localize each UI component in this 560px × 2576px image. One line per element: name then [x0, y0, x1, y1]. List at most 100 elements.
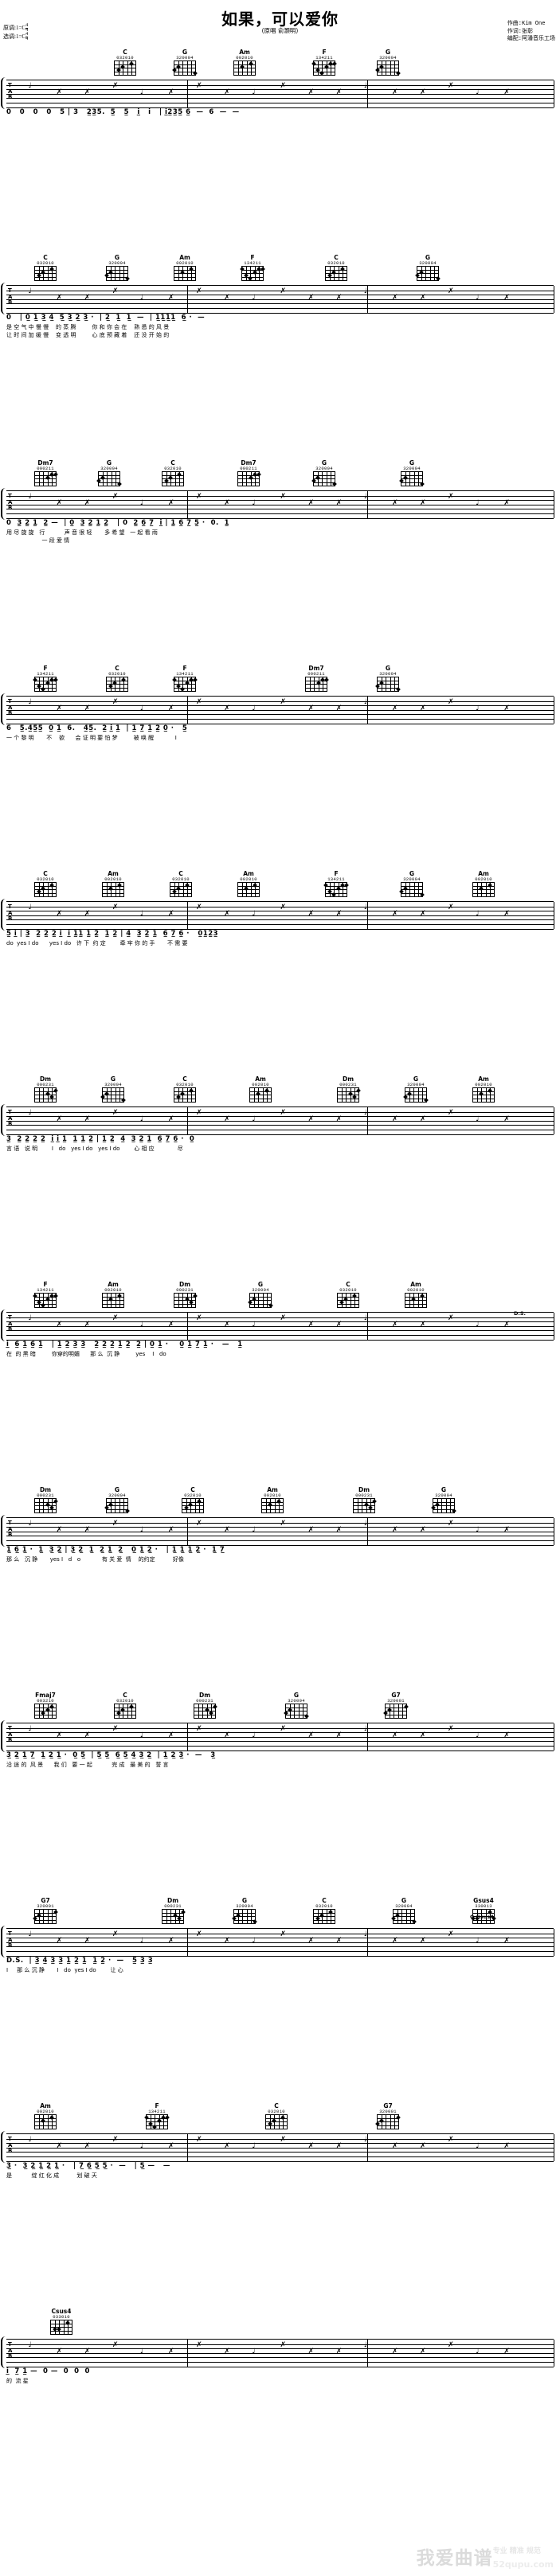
numbered-notation: i̲ 7̲ 1̲ — 0 — 0 0 0 [6, 2367, 90, 2375]
tab-staff: T A B ♩ ✗ ✗ ✗ ♩ ✗ ✗ ✗ ♩ ✗ ✗ ✗ ♩ ✗ ✗ ✗ ♩ ✗ 0 3̲ 2̲ 1̲ 2̲ — | 0… [0, 487, 560, 544]
chord-diagram: C 032010 [112, 1692, 139, 1719]
chord-diagram: G 320004 [311, 460, 338, 487]
chord-diagram: Dm 000231 [32, 1076, 59, 1103]
strum-mark: ♩ [363, 904, 368, 911]
chord-diagram: G7 320001 [374, 2103, 401, 2129]
chord-row: Dm7 000211 G 320004 C 032010 Dm7 000211 G 320004 G… [0, 460, 560, 487]
chord-row: G7 320001 Dm 000231 G 320004 C 032010 G 320004 Gsu… [0, 1898, 560, 1925]
chord-diagram: G 320004 [390, 1898, 417, 1925]
strum-mark: ✗ [448, 1520, 454, 1528]
lyrics-line-1 [6, 118, 554, 127]
strum-mark: ✗ [84, 2348, 91, 2355]
strum-mark: ♩ [28, 904, 32, 911]
chord-dot [344, 882, 349, 888]
strum-mark: ✗ [335, 2142, 343, 2150]
tab-clef: TAB [8, 1520, 12, 1539]
strum-mark: ✗ [420, 910, 426, 918]
strum-mark: ✗ [84, 294, 91, 302]
strum-mark: ✗ [448, 287, 454, 295]
strum-mark: ✗ [56, 1731, 63, 1739]
strum-mark: ✗ [280, 287, 287, 295]
system-9: Fmaj7 003210 C 032010 Dm 000231 G 320004 G7 32000… [0, 1692, 560, 1898]
chord-diagram: Am 002010 [470, 871, 497, 897]
chord-row: F 134211 C 032010 F 134211 Dm7 000211 G 320004 [0, 665, 560, 693]
tab-clef-b: B [8, 710, 13, 716]
strum-mark: ✗ [224, 1731, 230, 1739]
chord-diagram: Dm7 000211 [303, 665, 330, 692]
chord-dot [193, 71, 198, 76]
music-systems: C 032010 G 320004 Am 002010 F 134211 G 320004 T A B ♩… [0, 49, 560, 2514]
lyrics-line-1: 那 么 沉 静 yes I d o 有 关 爱 情 的约定 好像 [6, 1556, 184, 1563]
strum-mark: ✗ [280, 904, 287, 911]
chord-diagram: Am 002010 [247, 1076, 274, 1103]
chord-diagram: G7 320001 [32, 1898, 59, 1924]
chord-diagram: Am 002010 [100, 1282, 127, 1308]
chord-dot [420, 892, 425, 898]
strum-mark: ✗ [448, 2136, 454, 2144]
tab-staff: T A B ♩ ✗ ✗ ✗ ♩ ✗ ✗ ✗ ♩ ✗ ✗ ✗ ♩ ✗ ✗ ✗ ♩ ✗ 1̲ 6̲ 1̲ · 1̲ 3̲ 2̲… [0, 1514, 560, 1563]
strum-mark: ♩ [139, 294, 144, 302]
chord-diagram: Dm 000231 [159, 1898, 186, 1924]
strum-mark: ♩ [363, 698, 368, 706]
credits: 作曲:Kim One 作词:张彰 编配:阿潘音乐工场 [507, 21, 555, 44]
strum-mark: ✗ [503, 910, 510, 918]
strum-mark: ✗ [503, 1937, 510, 1945]
chord-dot [117, 482, 122, 487]
strum-mark: ✗ [168, 910, 174, 918]
strum-mark: ✗ [168, 704, 174, 712]
system-5: C 032010 Am 002010 C 032010 Am 002010 F 134211 G 32… [0, 871, 560, 1076]
strum-mark: ✗ [307, 499, 315, 507]
chord-fretboard [311, 471, 337, 487]
composer-credit: 作曲:Kim One [507, 21, 546, 27]
strum-mark: ✗ [112, 1725, 119, 1733]
chord-diagram: C 032010 [323, 255, 350, 281]
tab-clef-b: B [8, 1737, 13, 1743]
strum-mark: ✗ [84, 88, 91, 96]
strum-mark: ✗ [503, 294, 510, 302]
strum-mark: ✗ [224, 499, 230, 507]
chord-fretboard [284, 1704, 309, 1719]
strum-mark: ✗ [503, 1321, 510, 1329]
chord-dot [412, 1919, 417, 1925]
strum-mark: ✗ [196, 1725, 202, 1733]
strum-mark: ✗ [280, 1109, 287, 1117]
strum-mark: ✗ [448, 82, 454, 90]
chord-diagram: C 032010 [263, 2103, 290, 2129]
strum-mark: ✗ [168, 1526, 174, 1534]
strum-mark: ✗ [112, 1314, 119, 1322]
chord-fretboard [305, 677, 329, 692]
staff-lines: T A B ♩ ✗ ✗ ✗ ♩ ✗ ✗ ✗ ♩ ✗ ✗ ✗ ♩ ✗ ✗ ✗ ♩ ✗ [6, 285, 554, 314]
watermark-tagline: 专业 精准 规范 [492, 2547, 541, 2555]
strum-mark: ♩ [476, 1937, 480, 1945]
chord-diagram: C 032010 [311, 1898, 338, 1924]
watermark-brand: 我爱曲谱 [416, 2548, 493, 2569]
chord-dot [260, 266, 265, 271]
chord-fretboard [106, 677, 128, 692]
strum-mark: ♩ [252, 1731, 256, 1739]
chord-diagram: C 032010 [112, 49, 139, 76]
chord-diagram: C 032010 [167, 871, 194, 897]
chord-diagram: Am 002010 [259, 1487, 286, 1513]
staff-lines: T A B ♩ ✗ ✗ ✗ ♩ ✗ ✗ ✗ ♩ ✗ ✗ ✗ ♩ ✗ ✗ ✗ ♩ ✗ [6, 696, 554, 724]
strum-mark: ✗ [448, 1314, 454, 1322]
chord-fretboard [174, 1087, 196, 1103]
chord-dot [53, 1909, 58, 1914]
staff-lines: T A B ♩ ✗ ✗ ✗ ♩ ✗ ✗ ✗ ♩ ✗ ✗ ✗ ♩ ✗ ✗ ✗ ♩ ✗ [6, 1107, 554, 1135]
tab-staff: T A B ♩ ✗ ✗ ✗ ♩ ✗ ✗ ✗ ♩ ✗ ✗ ✗ ♩ ✗ ✗ ✗ ♩ ✗ 5̲ i̲ | 3̲ 2̲ 2̲ 2̲… [0, 898, 560, 946]
strum-mark: ✗ [112, 1930, 119, 1938]
strum-mark: ✗ [420, 1731, 426, 1739]
strum-mark: ✗ [280, 2136, 287, 2144]
tab-clef: TAB [8, 2136, 12, 2155]
strum-mark: ✗ [224, 294, 230, 302]
lyrics-line-1: 在 的 黑 暗 你穿的明媚 那 么 沉 静 yes I do [6, 1351, 166, 1357]
chord-row: C 032010 G 320004 Am 002010 F 134211 G 320004 [0, 49, 560, 76]
tab-clef-b: B [8, 1326, 13, 1333]
strum-mark: ♩ [139, 1526, 144, 1534]
chord-diagram: F 134211 [171, 665, 198, 693]
strum-mark: ✗ [196, 82, 202, 90]
strum-mark: ✗ [84, 499, 91, 507]
chord-diagram: C 032010 [159, 460, 186, 486]
chord-diagram: G7 320001 [382, 1692, 409, 1719]
numbered-notation: i̲ 6̲ 1̲ 6̲ 1̲ | 1̲ 2̲ 3̲ 3̲ 2̲ 2̲ 2̲ 1̲… [6, 1341, 243, 1348]
strum-mark: ✗ [56, 294, 63, 302]
